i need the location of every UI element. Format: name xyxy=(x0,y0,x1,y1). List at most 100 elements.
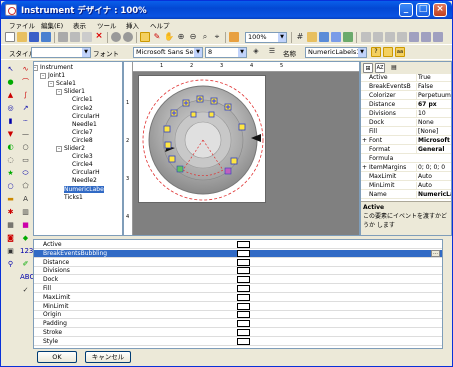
plug-tool-icon[interactable]: ⚲ xyxy=(5,259,16,269)
undo-icon[interactable] xyxy=(111,32,121,42)
arrange-icon[interactable] xyxy=(343,32,353,42)
tree-node[interactable]: NumericLabe xyxy=(64,185,104,193)
drag-handle-icon[interactable] xyxy=(4,47,8,57)
property-row[interactable]: MinLimit Auto xyxy=(361,182,451,190)
tool-a-icon[interactable] xyxy=(361,32,371,42)
brush-tool-icon[interactable]: ✐ xyxy=(20,259,31,269)
menu-help[interactable]: ヘルプ xyxy=(150,20,170,30)
size-combo[interactable]: 8 ▼ xyxy=(205,47,247,58)
tool-b-icon[interactable] xyxy=(373,32,383,42)
tool-e-icon[interactable] xyxy=(409,32,419,42)
list-row[interactable]: Distance xyxy=(34,258,442,267)
property-row[interactable]: Dock None xyxy=(361,119,451,127)
list-row[interactable]: Style xyxy=(34,337,442,346)
instrument-page[interactable] xyxy=(138,75,266,203)
pointer-tool-icon[interactable]: ↗ xyxy=(20,103,31,113)
list-row-checkbox[interactable] xyxy=(237,258,250,266)
menu-view[interactable]: 表示 xyxy=(73,20,86,30)
list-row-checkbox[interactable] xyxy=(237,241,250,248)
wave-tool-icon[interactable]: ∿ xyxy=(20,64,31,74)
property-row[interactable]: Divisions 10 xyxy=(361,110,451,118)
bold-icon[interactable]: ? xyxy=(371,47,381,57)
tree-node[interactable]: Scale1 xyxy=(56,80,76,87)
menu-file[interactable]: ファイル xyxy=(9,20,35,30)
tree-node[interactable]: Circle8 xyxy=(72,137,93,144)
save-icon[interactable] xyxy=(29,32,39,42)
property-row[interactable]: Active True xyxy=(361,74,451,82)
tree-node[interactable]: Ticks1 xyxy=(64,194,83,201)
font-combo[interactable]: Microsoft Sans Ser ▼ xyxy=(133,47,203,58)
property-row[interactable]: Formula xyxy=(361,155,451,163)
property-value[interactable]: False xyxy=(416,83,451,90)
list-row[interactable]: Padding xyxy=(34,320,442,329)
tree-node[interactable]: Circle7 xyxy=(72,129,93,136)
property-row[interactable]: Colorizer PerpetuumS xyxy=(361,92,451,100)
select-tool-icon[interactable]: ↖ xyxy=(5,64,16,74)
bar-tool-icon[interactable]: ▬ xyxy=(5,194,16,204)
list-row[interactable]: Origin xyxy=(34,311,442,320)
property-value[interactable]: None xyxy=(416,119,451,126)
arc-tool-icon[interactable]: ⌒ xyxy=(20,77,31,87)
style-combo[interactable]: ▼ xyxy=(31,47,91,58)
property-row[interactable]: Distance 67 px xyxy=(361,101,451,109)
dial-tool-icon[interactable]: ◌ xyxy=(5,155,16,165)
list-row[interactable]: Stroke xyxy=(34,329,442,337)
text-icon[interactable]: aa xyxy=(395,47,405,57)
tree-node[interactable]: Joint1 xyxy=(48,72,65,79)
property-expander[interactable]: + xyxy=(362,164,367,171)
frame-tool-icon[interactable]: ▣ xyxy=(5,246,16,256)
paste-icon[interactable] xyxy=(82,32,92,42)
list-row-checkbox[interactable] xyxy=(237,302,250,310)
redo-icon[interactable] xyxy=(123,32,133,42)
snap-icon[interactable] xyxy=(307,32,317,42)
ellipsis-button[interactable]: … xyxy=(431,249,440,257)
pointer-icon[interactable] xyxy=(140,32,150,42)
property-value[interactable]: General xyxy=(416,146,451,153)
star-tool-icon[interactable]: ★ xyxy=(5,168,16,178)
marker-tool-icon[interactable]: ▼ xyxy=(5,129,16,139)
align-icon[interactable] xyxy=(319,32,329,42)
tool-d-icon[interactable] xyxy=(397,32,407,42)
property-value[interactable]: Auto xyxy=(416,173,451,180)
property-row[interactable]: Format General xyxy=(361,146,451,154)
title-bar[interactable]: Instrument デザイナ : 100% _ □ × xyxy=(1,1,452,19)
list-row[interactable]: Fill xyxy=(34,285,442,293)
rect-tool-icon[interactable]: ▭ xyxy=(20,155,31,165)
alphabetical-icon[interactable]: AZ xyxy=(375,63,385,73)
tree-expander[interactable]: - xyxy=(48,81,54,88)
tree-expander[interactable]: - xyxy=(56,89,62,96)
format-icon[interactable] xyxy=(383,47,393,57)
zoom-out-icon[interactable]: ⊖ xyxy=(188,32,198,42)
grid-icon[interactable]: # xyxy=(295,32,305,42)
polygon-tool-icon[interactable]: ⬠ xyxy=(20,181,31,191)
circle-tool-icon[interactable]: ○ xyxy=(20,142,31,152)
property-value[interactable]: Microsoft xyxy=(416,137,451,144)
curve-tool-icon[interactable]: ∫ xyxy=(20,90,31,100)
hand-icon[interactable]: ✋ xyxy=(164,32,174,42)
property-value[interactable]: NumericLa xyxy=(416,191,451,198)
property-row[interactable]: Fill [None] xyxy=(361,128,451,136)
tree-node[interactable]: Slider1 xyxy=(64,88,85,95)
tree-node[interactable]: Circle3 xyxy=(72,153,93,160)
panel-tool-icon[interactable]: ▦ xyxy=(5,220,16,230)
layout-icon[interactable] xyxy=(331,32,341,42)
list-row[interactable]: Divisions xyxy=(34,267,442,276)
tree-node[interactable]: Circle2 xyxy=(72,105,93,112)
gauge-graphic[interactable] xyxy=(139,76,267,204)
check-tool-icon[interactable]: ✓ xyxy=(20,285,31,295)
list-row-checkbox[interactable] xyxy=(237,267,250,275)
label-tool-icon[interactable]: ABC xyxy=(20,272,34,282)
tree-expander[interactable]: - xyxy=(34,65,38,71)
tree-node[interactable]: Circle1 xyxy=(72,96,93,103)
line-tool-icon[interactable]: ▲ xyxy=(5,90,16,100)
line-style-icon[interactable]: ☰ xyxy=(267,47,277,57)
preview-icon[interactable] xyxy=(229,32,239,42)
gauge-tool-icon[interactable]: ◎ xyxy=(5,103,16,113)
minimize-button[interactable]: _ xyxy=(399,3,413,17)
name-combo[interactable]: NumericLabels1 ▼ xyxy=(305,47,367,58)
list-row-checkbox[interactable] xyxy=(237,337,250,345)
property-value[interactable]: 10 xyxy=(416,110,451,117)
tree-expander[interactable]: - xyxy=(40,73,46,80)
property-value[interactable]: 0; 0; 0; 0 xyxy=(416,164,451,171)
property-value[interactable]: True xyxy=(416,74,451,81)
